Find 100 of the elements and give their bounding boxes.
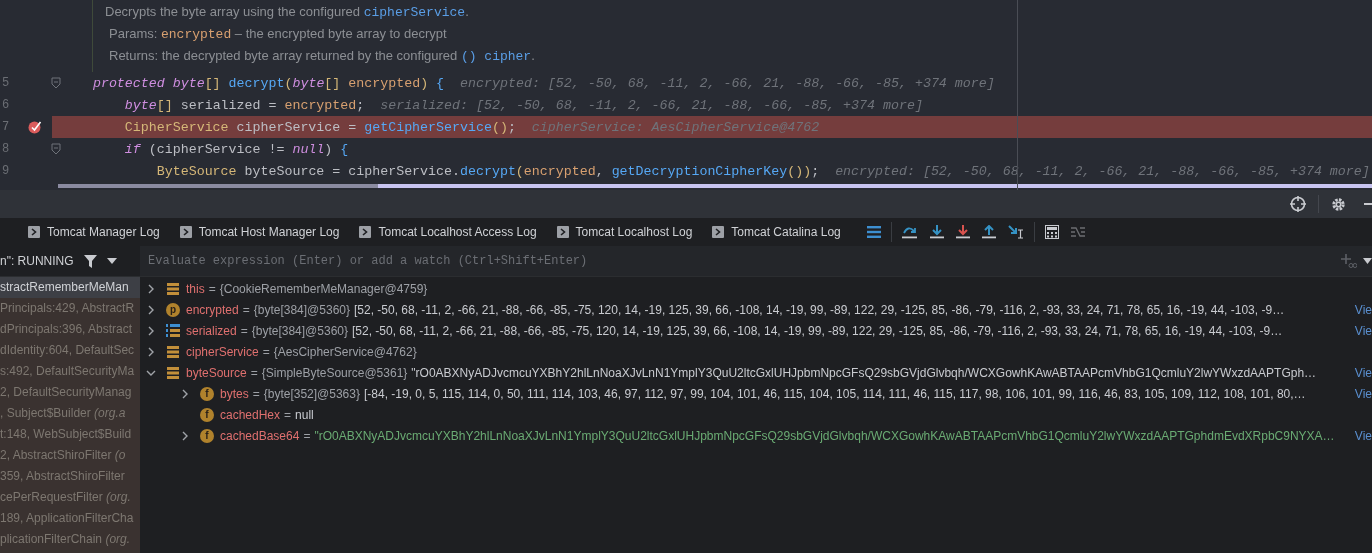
lines-icon[interactable] [866, 226, 881, 238]
scrollbar-thumb[interactable] [58, 184, 378, 188]
list-icon [166, 324, 180, 337]
variable-name: byteSource [186, 365, 247, 380]
run-to-cursor-icon[interactable] [1007, 225, 1024, 239]
console-tab[interactable]: Tomcat Catalina Log [712, 225, 861, 239]
variable-value: null [295, 407, 314, 422]
variable-type: {byte[384]@5360} [253, 302, 350, 317]
console-icon [28, 226, 40, 238]
fold-icon[interactable] [51, 143, 61, 155]
equals-sign: = [284, 407, 292, 422]
line-number: 6 [1, 98, 11, 112]
variable-name: bytes [220, 386, 249, 401]
crosshair-icon[interactable] [1290, 196, 1306, 212]
stack-icon [166, 366, 180, 379]
doc-line: Decrypts the byte array using the configured cipherService. [105, 3, 470, 22]
field-badge: p [166, 302, 180, 317]
step-out-icon[interactable] [981, 225, 996, 239]
stack-frame[interactable]: dIdentity:604, DefaultSec [0, 340, 140, 361]
stack-frame[interactable]: t:148, WebSubject$Build [0, 424, 140, 445]
caret-down-icon[interactable] [1363, 258, 1372, 264]
caret-down-icon[interactable] [106, 258, 117, 264]
inline-value-hint: encrypted: [52, -50, 68, -11, 2, -66, 21, -88, -66, -85, +374 more] [460, 75, 995, 91]
thread-status: n": RUNNING [0, 254, 74, 268]
stack-icon [166, 282, 180, 295]
stack-icon [166, 345, 180, 358]
variable-name: cachedHex [220, 407, 281, 422]
chevron-right-icon[interactable] [146, 346, 156, 357]
stack-frame[interactable]: , Subject$Builder (org.a [0, 403, 140, 424]
code-line: ByteSource byteSource = cipherService.decrypt(encrypted, getDecryptionCipherKey()); [155, 163, 820, 179]
view-link[interactable]: Vie [1354, 302, 1372, 317]
equals-sign: = [242, 302, 250, 317]
step-over-icon[interactable] [901, 225, 918, 239]
chevron-right-icon[interactable] [146, 283, 156, 294]
equals-sign: = [240, 323, 248, 338]
code-line: protected byte[] decrypt(byte[] encrypted) { [91, 75, 445, 91]
code-line: byte[] serialized = encrypted; [123, 97, 365, 113]
stack-frame[interactable]: stractRememberMeMan [0, 277, 140, 298]
equals-sign: = [252, 386, 260, 401]
evaluate-expression-field[interactable]: Evaluate expression (Enter) or add a watch (Ctrl+Shift+Enter) [140, 246, 1372, 277]
console-icon [359, 226, 372, 238]
chevron-right-icon[interactable] [180, 388, 190, 399]
step-into-icon[interactable] [955, 225, 970, 239]
filter-icon[interactable] [83, 254, 97, 268]
variable-type: {CookieRememberMeManager@4759} [219, 281, 428, 296]
chevron-right-icon[interactable] [180, 430, 190, 441]
inline-value-hint: serialized: [52, -50, 68, -11, 2, -66, 21, -88, -66, -85, +374 more] [380, 97, 923, 113]
variable-name: this [186, 281, 205, 296]
equals-sign: = [303, 428, 311, 443]
console-tab[interactable]: Tomcat Host Manager Log [179, 225, 360, 239]
console-tab[interactable]: Tomcat Localhost Access Log [359, 225, 557, 239]
variable-type: {byte[352]@5363} [263, 386, 360, 401]
stack-frame[interactable]: Principals:429, AbstractR [0, 298, 140, 319]
doc-line: Returns: the decrypted byte array returned by the configured () cipher. [108, 47, 536, 66]
fold-icon[interactable] [51, 77, 61, 89]
settings-icon[interactable] [1331, 196, 1346, 212]
stack-frame[interactable]: 359, AbstractShiroFilter [0, 466, 140, 487]
equals-sign: = [262, 344, 270, 359]
expression-input[interactable]: Evaluate expression (Enter) or add a watch (Ctrl+Shift+Enter) [140, 248, 1335, 274]
breakpoint-icon[interactable] [27, 120, 42, 134]
stack-frame[interactable]: s:492, DefaultSecurityMa [0, 361, 140, 382]
console-icon [179, 226, 192, 238]
line-number: 9 [1, 164, 11, 178]
variable-name: cipherService [186, 344, 259, 359]
line-number: 5 [1, 76, 11, 90]
code-line: if (cipherService != null) { [123, 141, 349, 157]
variable-type: {SimpleByteSource@5361} [261, 365, 408, 380]
variable-value: "rO0ABXNyADJvcmcuYXBhY2hlLnNoaXJvLnN1YmplY3QuU2ltcGxlUHJpbmNpcGFsQ29sbGVjdGlvbqh/WCXGowhKAwABTAAPcmVhbG1QcmluY2lwYWxzdAAPTGphdmEvdXRpbC9NYXA… [314, 428, 1335, 443]
variable-type: {AesCipherService@4762} [273, 344, 417, 359]
variable-value: [-84, -19, 0, 5, 115, 114, 0, 50, 111, 114, 103, 46, 97, 112, 97, 99, 104, 101, 46, 115, 104, 105, 114, 111, 46, 115, 117, 98, 106, 101, 99, 116, 46, 83, 105, 109, 112, 108, 101, 80,… [363, 386, 1306, 401]
view-link[interactable]: Vie [1354, 386, 1372, 401]
view-link[interactable]: Vie [1354, 323, 1372, 338]
console-tab[interactable]: Tomcat Localhost Log [556, 225, 713, 239]
stack-frame[interactable]: 189, ApplicationFilterCha [0, 508, 140, 529]
calculator-icon[interactable] [1044, 225, 1059, 239]
line-number: 8 [1, 142, 11, 156]
variable-name: serialized [186, 323, 237, 338]
field-badge: f [200, 386, 214, 401]
variable-name: cachedBase64 [220, 428, 300, 443]
line-number: 7 [1, 120, 11, 134]
equals-sign: = [208, 281, 216, 296]
inline-value-hint: cipherService: AesCipherService@4762 [531, 119, 820, 135]
code-line: CipherService cipherService = getCipherService(); [123, 119, 516, 135]
stack-frame[interactable]: dPrincipals:396, Abstract [0, 319, 140, 340]
stack-frame[interactable]: cePerRequestFilter (org. [0, 487, 140, 508]
variable-value: [52, -50, 68, -11, 2, -66, 21, -88, -66, -85, -75, 120, 14, -19, 125, 39, 66, -108, 14, -19, 99, -89, 122, 29, -125, 85, -86, -79, -116, 2, -93, 33, 24, 71, 78, 65, 16, -19, 44, -103, -9… [352, 323, 1283, 338]
view-link[interactable]: Vie [1354, 365, 1372, 380]
field-badge: f [200, 428, 214, 443]
doc-line: Params: encrypted – the encrypted byte array to decrypt [108, 25, 448, 44]
chevron-right-icon[interactable] [146, 304, 156, 315]
variable-name: encrypted [186, 302, 239, 317]
stack-frame[interactable]: plicationFilterChain (org. [0, 529, 140, 550]
chevron-right-icon[interactable] [146, 325, 156, 336]
view-link[interactable]: Vie [1354, 428, 1372, 443]
step-into-icon[interactable] [929, 225, 944, 239]
stack-frame[interactable]: 2, AbstractShiroFilter (o [0, 445, 140, 466]
console-icon [712, 226, 725, 238]
stack-frame[interactable]: 2, DefaultSecurityManag [0, 382, 140, 403]
console-tab[interactable]: Tomcat Manager Log [28, 225, 180, 239]
console-icon [556, 226, 569, 238]
